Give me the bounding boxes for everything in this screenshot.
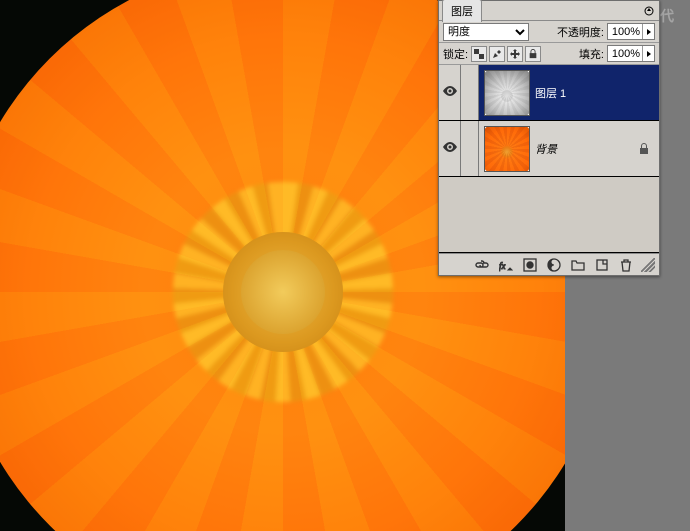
chevron-right-icon: [646, 51, 652, 57]
trash-icon: [619, 258, 633, 272]
panel-menu-icon: [644, 6, 654, 16]
lock-indicator-icon: [635, 143, 653, 155]
fill-field: [607, 45, 655, 62]
lock-icons-group: [471, 46, 541, 62]
new-page-icon: [595, 258, 609, 272]
layer-row[interactable]: 图层 1: [439, 65, 659, 121]
tab-layers[interactable]: 图层: [442, 0, 482, 22]
layer-name-label[interactable]: 图层 1: [535, 85, 659, 101]
yin-yang-icon: [547, 258, 561, 272]
layer-list-empty-area[interactable]: [439, 177, 659, 253]
fx-icon: fx: [499, 258, 513, 272]
checker-icon: [474, 49, 484, 59]
eye-icon: [443, 142, 457, 155]
new-layer-button[interactable]: [591, 256, 613, 274]
lock-pixels-button[interactable]: [489, 46, 505, 62]
layer-row[interactable]: 背景: [439, 121, 659, 177]
layers-panel: 图层 明度 不透明度: 锁定:: [438, 0, 660, 276]
mask-icon: [523, 258, 537, 272]
tab-layers-label: 图层: [451, 6, 473, 18]
svg-text:fx: fx: [499, 261, 506, 271]
fill-arrow[interactable]: [642, 46, 654, 61]
link-icon: [475, 258, 489, 272]
panel-menu-button[interactable]: [641, 3, 657, 19]
eye-icon: [443, 86, 457, 99]
panel-header: 图层: [439, 1, 659, 21]
folder-icon: [571, 258, 585, 272]
adjustment-layer-button[interactable]: [543, 256, 565, 274]
blend-mode-select[interactable]: 明度: [443, 23, 529, 41]
visibility-toggle[interactable]: [439, 121, 461, 176]
thumbnail-color-flower: [484, 126, 530, 172]
opacity-field: [607, 23, 655, 40]
link-column[interactable]: [461, 65, 479, 120]
delete-layer-button[interactable]: [615, 256, 637, 274]
opacity-label: 不透明度:: [557, 24, 604, 40]
chevron-right-icon: [646, 29, 652, 35]
fill-input[interactable]: [608, 48, 642, 60]
opacity-input[interactable]: [608, 26, 642, 38]
panel-footer: fx: [439, 253, 659, 275]
fill-label: 填充:: [579, 46, 604, 62]
thumbnail-gray-flower: [484, 70, 530, 116]
lock-label: 锁定:: [443, 46, 468, 62]
move-icon: [510, 49, 520, 59]
new-group-button[interactable]: [567, 256, 589, 274]
layer-fx-button[interactable]: fx: [495, 256, 517, 274]
layer-list: 图层 1 背景: [439, 65, 659, 253]
layer-name-label[interactable]: 背景: [535, 141, 635, 157]
layer-mask-button[interactable]: [519, 256, 541, 274]
link-column[interactable]: [461, 121, 479, 176]
blend-opacity-row: 明度 不透明度:: [439, 21, 659, 43]
lock-all-button[interactable]: [525, 46, 541, 62]
layer-thumbnail[interactable]: [484, 126, 530, 172]
lock-transparent-button[interactable]: [471, 46, 487, 62]
visibility-toggle[interactable]: [439, 65, 461, 120]
layer-thumbnail[interactable]: [484, 70, 530, 116]
opacity-arrow[interactable]: [642, 24, 654, 39]
lock-fill-row: 锁定: 填充:: [439, 43, 659, 65]
resize-grip[interactable]: [641, 258, 655, 272]
lock-icon: [528, 49, 538, 59]
brush-icon: [492, 49, 502, 59]
link-layers-button[interactable]: [471, 256, 493, 274]
lock-position-button[interactable]: [507, 46, 523, 62]
